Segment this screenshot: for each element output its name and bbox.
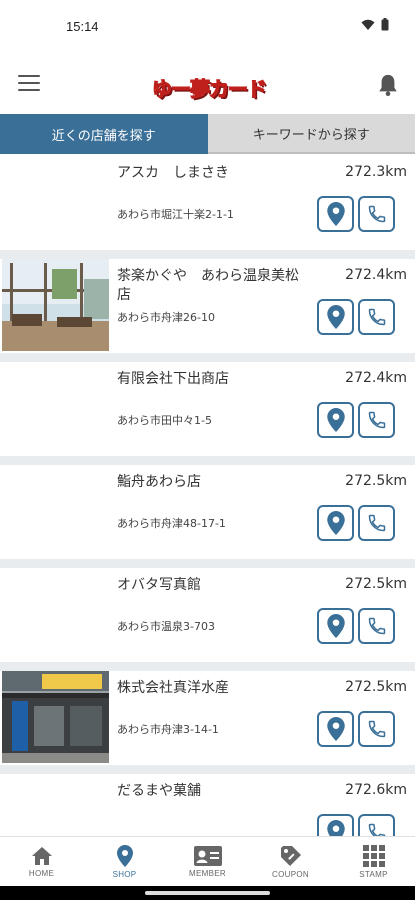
store-name: 茶楽かぐや あわら温泉美松店 <box>117 268 299 303</box>
store-distance: 272.5km <box>345 576 407 592</box>
store-address: あわら市温泉3-703 <box>117 620 215 633</box>
status-icons <box>361 18 389 31</box>
tab-nearby-label: 近くの店舗を探す <box>51 128 156 144</box>
store-address: あわら市田中々1-5 <box>117 414 212 427</box>
map-pin-icon <box>326 408 345 432</box>
store-list-item[interactable]: 茶楽かぐや あわら温泉美松店 272.4km あわら市舟津26-10 <box>0 259 415 353</box>
call-button[interactable] <box>358 196 395 232</box>
store-name: アスカ しまさき <box>117 165 229 181</box>
store-list-item[interactable]: だるまや菓舗 272.6km <box>0 774 415 836</box>
tab-keyword[interactable]: キーワードから探す <box>207 114 415 154</box>
search-tabs: 近くの店舗を探す キーワードから探す <box>0 114 415 154</box>
store-address: あわら市舟津26-10 <box>117 311 215 324</box>
map-button[interactable] <box>317 196 354 232</box>
nav-home-label: HOME <box>28 868 55 878</box>
nav-member[interactable]: MEMBER <box>166 837 249 886</box>
app-header: ゆー夢カード <box>0 56 415 114</box>
phone-icon <box>368 205 385 223</box>
call-button[interactable] <box>358 505 395 541</box>
status-time: 15:14 <box>66 19 99 34</box>
phone-icon <box>368 514 385 532</box>
nav-home[interactable]: HOME <box>0 837 83 886</box>
store-list-item[interactable]: 鮨舟あわら店 272.5km あわら市舟津48-17-1 <box>0 465 415 559</box>
store-photo <box>2 259 109 351</box>
grid-icon <box>362 844 385 867</box>
menu-icon-line <box>18 89 40 91</box>
call-button[interactable] <box>358 402 395 438</box>
map-pin-icon <box>116 844 133 867</box>
store-name: だるまや菓舗 <box>117 783 201 799</box>
call-button[interactable] <box>358 299 395 335</box>
home-bar <box>145 891 270 895</box>
nav-shop[interactable]: SHOP <box>83 837 166 886</box>
store-distance: 272.4km <box>345 370 407 386</box>
home-icon <box>31 846 52 865</box>
map-button[interactable] <box>317 402 354 438</box>
map-pin-icon <box>326 820 345 836</box>
phone-icon <box>368 720 385 738</box>
nav-stamp[interactable]: STAMP <box>332 837 415 886</box>
notification-bell-icon[interactable] <box>377 73 399 97</box>
call-button[interactable] <box>358 608 395 644</box>
tab-keyword-label: キーワードから探す <box>252 127 370 143</box>
store-distance: 272.5km <box>345 473 407 489</box>
system-home-indicator <box>0 886 415 900</box>
map-button[interactable] <box>317 608 354 644</box>
store-photo <box>2 671 109 763</box>
map-button[interactable] <box>317 711 354 747</box>
store-list-item[interactable]: 有限会社下出商店 272.4km あわら市田中々1-5 <box>0 362 415 456</box>
nav-member-label: MEMBER <box>189 868 226 878</box>
nav-coupon[interactable]: COUPON <box>249 837 332 886</box>
logo-text: ゆー夢カード <box>151 76 267 101</box>
menu-icon-line <box>18 75 40 77</box>
app-logo: ゆー夢カード <box>140 72 278 102</box>
store-name: 株式会社真洋水産 <box>117 680 229 696</box>
call-button[interactable] <box>358 814 395 836</box>
tab-nearby[interactable]: 近くの店舗を探す <box>0 114 208 154</box>
map-pin-icon <box>326 202 345 226</box>
menu-button[interactable] <box>18 75 40 93</box>
coupon-icon <box>280 845 301 866</box>
status-bar: 15:14 <box>0 0 415 56</box>
phone-icon <box>368 411 385 429</box>
phone-icon <box>368 823 385 836</box>
map-button[interactable] <box>317 814 354 836</box>
store-distance: 272.6km <box>345 782 407 798</box>
store-list-item[interactable]: オバタ写真館 272.5km あわら市温泉3-703 <box>0 568 415 662</box>
map-pin-icon <box>326 614 345 638</box>
store-name: 有限会社下出商店 <box>117 371 229 387</box>
bottom-nav: HOME SHOP MEMBER COUPON STAMP <box>0 836 415 886</box>
store-name: オバタ写真館 <box>117 577 201 593</box>
map-pin-icon <box>326 511 345 535</box>
nav-coupon-label: COUPON <box>272 869 309 879</box>
nav-stamp-label: STAMP <box>359 869 388 879</box>
wifi-icon <box>361 19 375 30</box>
map-button[interactable] <box>317 299 354 335</box>
store-list-item[interactable]: 株式会社真洋水産 272.5km あわら市舟津3-14-1 <box>0 671 415 765</box>
store-list-item[interactable]: アスカ しまさき 272.3km あわら市堀江十楽2-1-1 <box>0 156 415 250</box>
map-pin-icon <box>326 305 345 329</box>
member-card-icon <box>193 845 222 866</box>
nav-shop-label: SHOP <box>112 869 137 879</box>
store-address: あわら市舟津48-17-1 <box>117 517 226 530</box>
store-distance: 272.4km <box>345 267 407 283</box>
map-pin-icon <box>326 717 345 741</box>
store-list[interactable]: アスカ しまさき 272.3km あわら市堀江十楽2-1-1 茶楽かぐや あわら温泉美… <box>0 156 415 836</box>
store-name: 鮨舟あわら店 <box>117 474 201 490</box>
store-image <box>2 671 109 763</box>
store-distance: 272.3km <box>345 164 407 180</box>
battery-icon <box>381 18 389 31</box>
menu-icon-line <box>18 82 40 84</box>
store-address: あわら市堀江十楽2-1-1 <box>117 208 234 221</box>
phone-icon <box>368 617 385 635</box>
phone-icon <box>368 308 385 326</box>
store-address: あわら市舟津3-14-1 <box>117 723 219 736</box>
store-image <box>2 259 109 351</box>
map-button[interactable] <box>317 505 354 541</box>
store-distance: 272.5km <box>345 679 407 695</box>
call-button[interactable] <box>358 711 395 747</box>
